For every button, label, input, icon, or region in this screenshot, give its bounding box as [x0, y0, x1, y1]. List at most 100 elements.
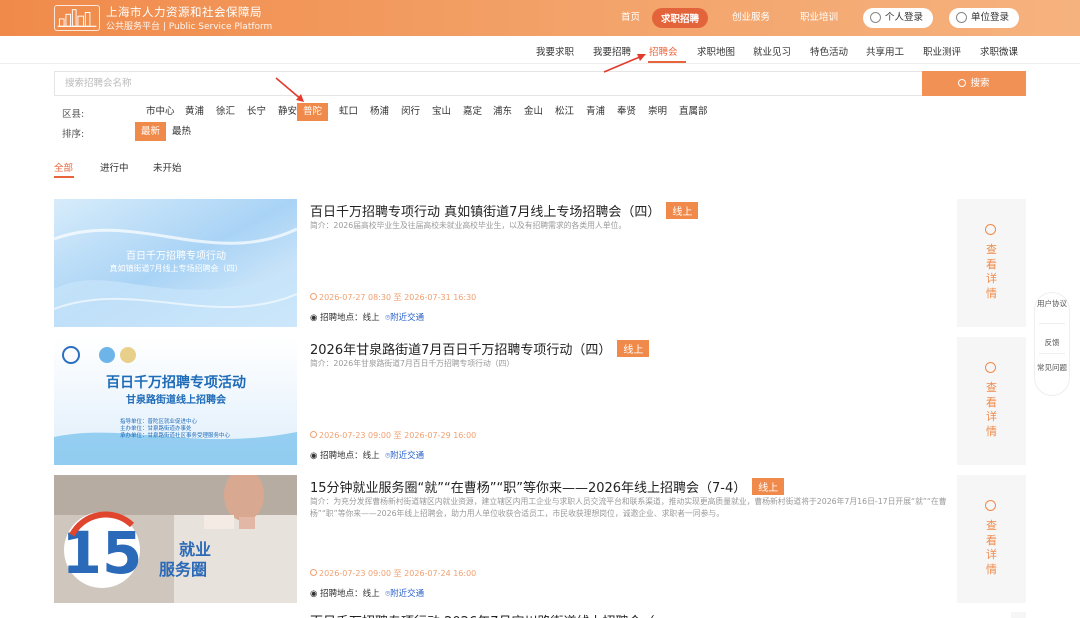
check-circle-icon — [985, 362, 996, 373]
org-subtitle: 公共服务平台 | Public Service Platform — [106, 22, 273, 32]
event-location: ◉ 招聘地点：线上 ⌾附近交通 — [310, 589, 425, 599]
district-option[interactable]: 直属部 — [675, 103, 712, 121]
tab-active-indicator — [54, 176, 74, 178]
nearby-transport-link[interactable]: ⌾附近交通 — [385, 451, 424, 461]
thumbnail-line-1: 就业 — [179, 540, 211, 559]
tab-upcoming[interactable]: 未开始 — [153, 160, 182, 174]
view-detail-label: 查看详情 — [986, 243, 997, 300]
subnav-events[interactable]: 特色活动 — [810, 44, 848, 58]
top-header: 上海市人力资源和社会保障局 公共服务平台 | Public Service Pl… — [0, 0, 1080, 36]
annotation-arrow-district — [275, 77, 304, 102]
job-fair-card[interactable]: 百日千万招聘专项活动 甘泉路街道线上招聘会 指导单位：普陀区就业促进中心 主办单… — [54, 337, 1026, 465]
site-logo[interactable] — [54, 5, 100, 31]
thumbnail-line-1: 百日千万招聘专项活动 — [106, 374, 246, 391]
event-title[interactable]: 2026年甘泉路街道7月百日千万招聘专项行动（四） 线上 — [310, 339, 650, 358]
event-description: 简介：为充分发挥曹杨新村街道辖区内就业资源，建立辖区内用工企业与求职人员交流平台… — [310, 497, 947, 518]
next-detail-panel-partial — [1011, 612, 1026, 618]
divider — [1039, 353, 1065, 354]
unit-login-button[interactable]: 单位登录 — [949, 8, 1020, 28]
view-detail-button[interactable]: 查看详情 — [957, 199, 1026, 327]
location-pin-icon: ◉ — [310, 451, 321, 461]
subnav-assessment[interactable]: 职业测评 — [923, 44, 961, 58]
sort-label: 排序: — [62, 129, 85, 140]
subnav-job-map[interactable]: 求职地图 — [697, 44, 735, 58]
district-label: 区县: — [62, 109, 85, 120]
search-button-label: 搜索 — [970, 78, 990, 89]
online-badge: 线上 — [617, 340, 650, 357]
org-name: 上海市人力资源和社会保障局 — [106, 5, 262, 19]
annotation-arrow-jobfair — [603, 54, 646, 73]
subnav-divider — [0, 63, 1080, 64]
side-float-panel: 用户协议 反馈 常见问题 — [1034, 292, 1070, 396]
event-thumbnail[interactable]: 百日千万招聘专项行动 真如镇街道7月线上专场招聘会（四） — [54, 199, 297, 327]
tab-all[interactable]: 全部 — [54, 160, 73, 174]
district-option[interactable]: 奉贤 — [613, 103, 640, 121]
event-title[interactable]: 15分钟就业服务圈“就”“在曹杨”“职”等你来——2026年线上招聘会（7-4）… — [310, 477, 785, 496]
sort-hottest[interactable]: 最热 — [166, 122, 197, 141]
job-fair-card[interactable]: 百日千万招聘专项行动 真如镇街道7月线上专场招聘会（四） 百日千万招聘专项行动 … — [54, 199, 1026, 327]
district-option[interactable]: 松江 — [551, 103, 578, 121]
event-description: 简介：2026届高校毕业生及往届高校未就业高校毕业生，以及有招聘需求的各类用人单… — [310, 221, 627, 230]
event-description: 简介：2026年甘泉路街道7月百日千万招聘专项行动（四） — [310, 359, 515, 368]
topnav-job-recruit[interactable]: 求职招聘 — [652, 8, 709, 28]
event-location: ◉ 招聘地点：线上 ⌾附近交通 — [310, 451, 425, 461]
view-detail-button[interactable]: 查看详情 — [957, 475, 1026, 603]
district-option[interactable]: 徐汇 — [212, 103, 239, 121]
subnav-job-seek[interactable]: 我要求职 — [536, 44, 574, 58]
event-time: 2026-07-23 09:00 至 2026-07-29 16:00 — [310, 430, 476, 441]
sort-latest[interactable]: 最新 — [135, 122, 167, 141]
subnav-internship[interactable]: 就业见习 — [753, 44, 791, 58]
view-detail-button[interactable]: 查看详情 — [957, 337, 1026, 465]
search-button[interactable]: 搜索 — [922, 71, 1026, 96]
event-title[interactable]: 百日千万招聘专项行动 真如镇街道7月线上专场招聘会（四） 线上 — [310, 201, 699, 220]
thumbnail-line-5: 承办单位：甘泉路街道社区事务受理服务中心 — [120, 431, 231, 439]
unit-login-label: 单位登录 — [971, 12, 1010, 23]
nearby-transport-link[interactable]: ⌾附近交通 — [385, 589, 424, 599]
district-option[interactable]: 崇明 — [644, 103, 671, 121]
district-option[interactable]: 市中心 — [142, 103, 179, 121]
feedback-link[interactable]: 反馈 — [1035, 337, 1069, 348]
tab-ongoing[interactable]: 进行中 — [100, 160, 129, 174]
next-event-title-partial[interactable]: 百日千万招聘专项行动 2026年7月宜川路街道线上招聘会（ — [310, 611, 655, 618]
district-option[interactable]: 金山 — [520, 103, 547, 121]
location-pin-icon: ◉ — [310, 589, 321, 599]
search-input[interactable]: 搜索招聘会名称 — [54, 71, 922, 96]
subnav-job-fair[interactable]: 招聘会 — [649, 44, 678, 58]
user-agreement-link[interactable]: 用户协议 — [1035, 299, 1069, 309]
clock-icon — [310, 293, 317, 300]
district-option[interactable]: 长宁 — [243, 103, 270, 121]
event-time: 2026-07-23 09:00 至 2026-07-24 16:00 — [310, 568, 476, 579]
subnav-micro-course[interactable]: 求职微课 — [980, 44, 1018, 58]
topnav-entrepreneur[interactable]: 创业服务 — [732, 9, 770, 23]
event-location: ◉ 招聘地点：线上 ⌾附近交通 — [310, 313, 425, 323]
event-thumbnail[interactable]: 15 就业 服务圈 — [54, 475, 297, 603]
job-fair-card[interactable]: 15 就业 服务圈 15分钟就业服务圈“就”“在曹杨”“职”等你来——2026年… — [54, 475, 1026, 603]
clock-icon — [310, 431, 317, 438]
personal-login-button[interactable]: 个人登录 — [863, 8, 934, 28]
view-detail-label: 查看详情 — [986, 519, 997, 576]
district-option[interactable]: 宝山 — [428, 103, 455, 121]
event-time: 2026-07-27 08:30 至 2026-07-31 16:30 — [310, 292, 476, 303]
personal-login-label: 个人登录 — [885, 12, 924, 23]
divider — [1039, 323, 1065, 324]
district-option[interactable]: 杨浦 — [366, 103, 393, 121]
search-icon — [958, 79, 967, 87]
online-badge: 线上 — [666, 202, 699, 219]
user-icon — [870, 12, 881, 23]
district-option[interactable]: 虹口 — [335, 103, 362, 121]
thumbnail-line-1: 百日千万招聘专项行动 — [126, 249, 226, 262]
district-option[interactable]: 浦东 — [489, 103, 516, 121]
district-option[interactable]: 闵行 — [397, 103, 424, 121]
district-option[interactable]: 嘉定 — [459, 103, 486, 121]
subnav-shared-employment[interactable]: 共享用工 — [866, 44, 904, 58]
thumbnail-line-4: 主办单位：甘泉路街道办事处 — [120, 424, 192, 432]
building-icon — [956, 12, 967, 23]
faq-link[interactable]: 常见问题 — [1035, 363, 1069, 373]
event-thumbnail[interactable]: 百日千万招聘专项活动 甘泉路街道线上招聘会 指导单位：普陀区就业促进中心 主办单… — [54, 337, 297, 465]
district-option[interactable]: 青浦 — [582, 103, 609, 121]
nearby-transport-link[interactable]: ⌾附近交通 — [385, 313, 424, 323]
topnav-training[interactable]: 职业培训 — [800, 9, 838, 23]
topnav-home[interactable]: 首页 — [621, 9, 640, 23]
district-option[interactable]: 黄浦 — [181, 103, 208, 121]
location-pin-icon: ◉ — [310, 313, 321, 323]
